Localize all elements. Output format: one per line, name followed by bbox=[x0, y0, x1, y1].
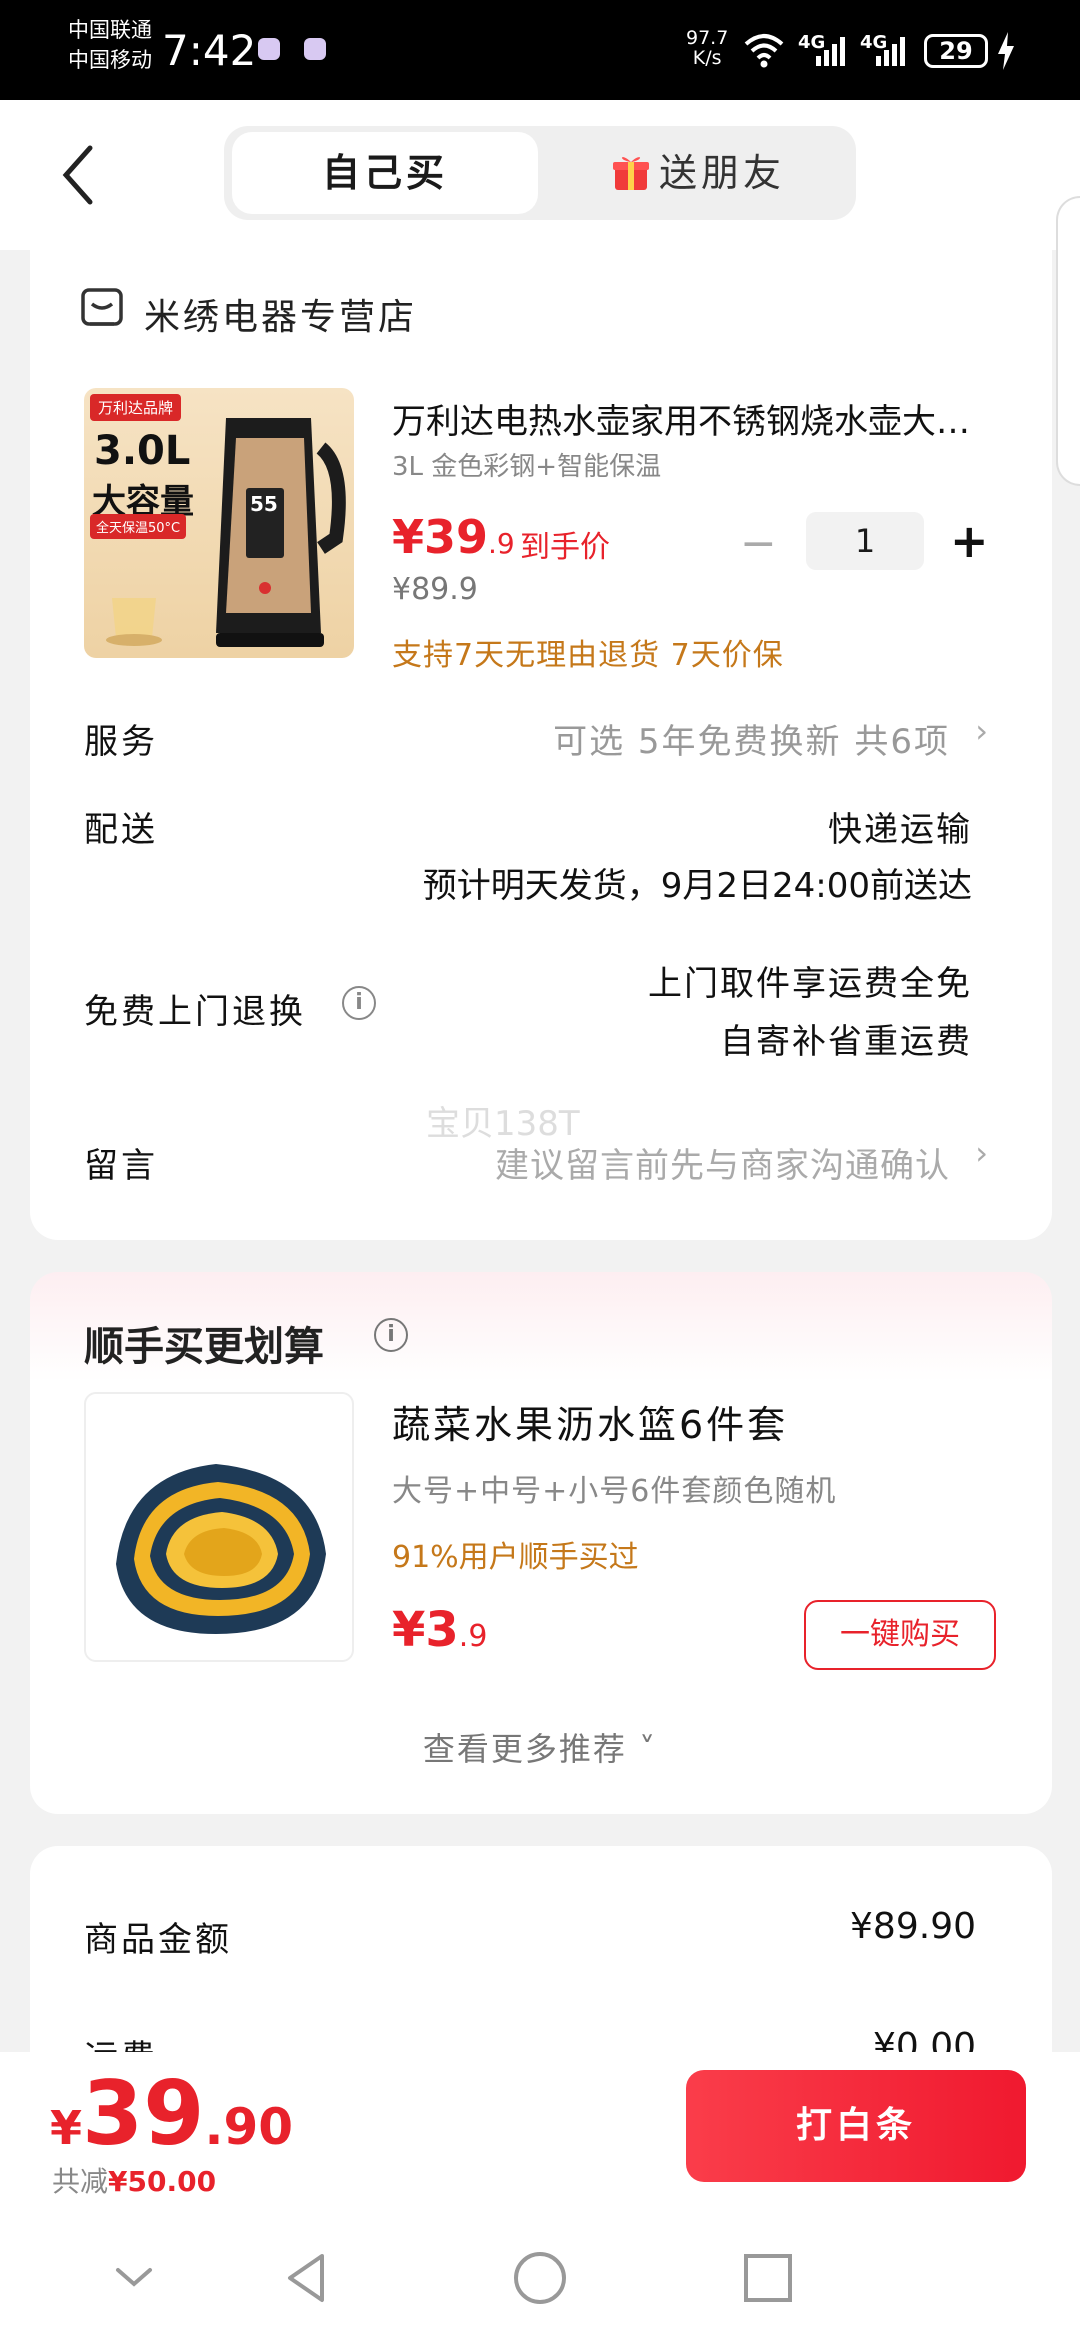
notification-icon bbox=[304, 38, 326, 60]
quantity-field[interactable]: 1 bbox=[806, 512, 924, 570]
item-price-int: ¥3 bbox=[392, 1602, 459, 1658]
info-icon[interactable]: i bbox=[374, 1318, 408, 1352]
signal-icon bbox=[816, 37, 845, 66]
recommend-item-title[interactable]: 蔬菜水果沥水篮6件套 bbox=[392, 1394, 788, 1449]
section-title: 顺手买更划算 bbox=[84, 1314, 324, 1372]
carrier-1: 中国联通 bbox=[68, 18, 152, 42]
return-label: 免费上门退换 bbox=[84, 992, 306, 1032]
image-keep-warm: 全天保温50°C bbox=[90, 514, 187, 539]
chevron-right-icon[interactable]: › bbox=[975, 712, 988, 750]
back-icon[interactable] bbox=[56, 140, 106, 210]
increase-quantity-button[interactable]: + bbox=[950, 514, 989, 568]
pay-button[interactable]: 打白条 bbox=[686, 2070, 1026, 2182]
nav-recents-icon[interactable] bbox=[738, 2248, 798, 2308]
wifi-icon bbox=[744, 34, 784, 68]
basket-illustration bbox=[116, 1464, 326, 1634]
delivery-method: 快递运输 bbox=[828, 810, 972, 850]
goods-amount-value: ¥89.90 bbox=[850, 1906, 976, 1947]
floating-side-tab[interactable] bbox=[1056, 196, 1080, 486]
total-price: ¥39.90 bbox=[50, 2062, 293, 2165]
chevron-right-icon[interactable]: › bbox=[975, 1134, 988, 1172]
original-price: ¥89.9 bbox=[392, 572, 478, 607]
kettle-illustration bbox=[216, 418, 346, 647]
decrease-quantity-button[interactable]: − bbox=[740, 518, 777, 569]
note-label: 留言 bbox=[84, 1146, 158, 1186]
price-int: ¥39 bbox=[392, 510, 489, 564]
nav-back-icon[interactable] bbox=[278, 2248, 338, 2308]
delivery-eta: 预计明天发货，9月2日24:00前送达 bbox=[422, 866, 972, 906]
product-spec[interactable]: 3L 金色彩钢+智能保温 bbox=[392, 446, 661, 483]
recommend-item-popularity: 91%用户顺手买过 bbox=[392, 1540, 639, 1575]
total-dec: .90 bbox=[204, 2098, 294, 2156]
discount-summary: 共减¥50.00 bbox=[52, 2160, 216, 2200]
battery-icon: 29 bbox=[924, 34, 988, 68]
signal-icon bbox=[876, 37, 905, 66]
info-icon[interactable]: i bbox=[342, 986, 376, 1020]
price-dec: .9 bbox=[488, 527, 515, 560]
tab-gift-label: 送朋友 bbox=[658, 151, 785, 195]
product-image[interactable]: 万利达品牌 3.0L 大容量 全天保温50°C 55 bbox=[84, 388, 354, 658]
store-name[interactable]: 米绣电器专营店 bbox=[144, 288, 417, 340]
return-line-2: 自寄补省重运费 bbox=[720, 1022, 972, 1062]
section-title-text: 顺手买更划算 bbox=[84, 1324, 324, 1370]
recommend-item-spec: 大号+中号+小号6件套颜色随机 bbox=[392, 1474, 837, 1509]
guarantee-text: 支持7天无理由退货 7天价保 bbox=[392, 638, 784, 673]
net-speed: 97.7 K/s bbox=[686, 28, 728, 68]
notification-icon bbox=[258, 38, 280, 60]
recommend-item-image[interactable] bbox=[84, 1392, 354, 1662]
recommend-item-price: ¥3.9 bbox=[392, 1602, 487, 1658]
price-tag: 到手价 bbox=[520, 530, 610, 565]
one-click-buy-button[interactable]: 一键购买 bbox=[804, 1600, 996, 1670]
charging-icon bbox=[998, 32, 1014, 70]
gift-icon bbox=[612, 157, 649, 190]
net-speed-value: 97.7 bbox=[686, 27, 729, 49]
collapse-icon[interactable] bbox=[104, 2248, 164, 2308]
tab-buy-for-self[interactable]: 自己买 bbox=[232, 132, 538, 214]
product-title[interactable]: 万利达电热水壶家用不锈钢烧水壶大容量 bbox=[392, 394, 972, 443]
clock: 7:42 bbox=[162, 26, 257, 75]
total-int: 39 bbox=[82, 2062, 205, 2165]
product-price: ¥39.9 bbox=[392, 510, 515, 564]
see-more-recommendations[interactable]: 查看更多推荐 ˅ bbox=[0, 1724, 1080, 1770]
store-icon bbox=[81, 288, 123, 326]
image-brand-tag: 万利达品牌 bbox=[90, 394, 182, 421]
service-value[interactable]: 可选 5年免费换新 共6项 bbox=[553, 714, 950, 763]
service-label: 服务 bbox=[84, 722, 158, 762]
tea-cup-illustration bbox=[106, 598, 162, 646]
goods-amount-label: 商品金额 bbox=[84, 1920, 232, 1960]
note-input[interactable]: 建议留言前先与商家沟通确认 bbox=[495, 1138, 950, 1187]
tab-gift-friend[interactable]: 送朋友 bbox=[548, 132, 848, 214]
nav-home-icon[interactable] bbox=[510, 2248, 570, 2308]
return-line-1: 上门取件享运费全免 bbox=[648, 964, 972, 1004]
saved-value: ¥50.00 bbox=[108, 2165, 217, 2198]
status-bar: 中国联通 中国移动 7:42 97.7 K/s 4G 4G 29 bbox=[0, 0, 1080, 100]
image-badge: 55 bbox=[250, 492, 278, 516]
total-currency: ¥ bbox=[50, 2101, 83, 2155]
net-speed-unit: K/s bbox=[692, 47, 722, 69]
saved-prefix: 共减 bbox=[52, 2165, 109, 2198]
image-capacity: 3.0L bbox=[94, 428, 191, 474]
delivery-label: 配送 bbox=[84, 810, 158, 850]
carrier-2: 中国移动 bbox=[68, 48, 152, 72]
item-price-dec: .9 bbox=[458, 1619, 488, 1654]
